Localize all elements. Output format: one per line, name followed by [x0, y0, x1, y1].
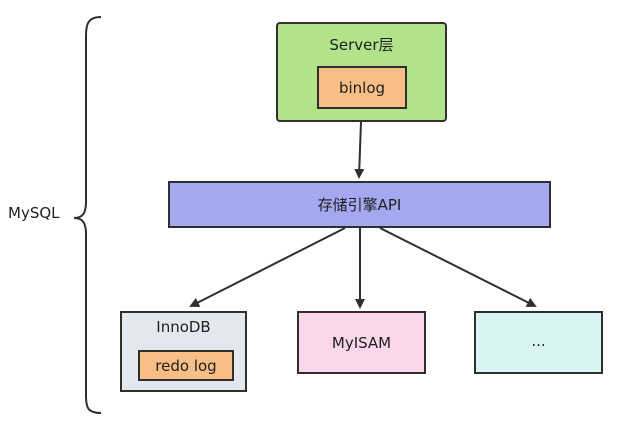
mysql-label: MySQL	[8, 204, 60, 222]
binlog-label: binlog	[338, 79, 386, 97]
innodb-engine-title: InnoDB	[156, 318, 211, 336]
myisam-engine-label: MyISAM	[331, 334, 392, 352]
arrow-server-to-api	[354, 121, 365, 179]
storage-engine-api-label: 存储引擎API	[317, 196, 402, 214]
arrow-api-to-innodb	[189, 227, 346, 307]
redo-log-box: redo log	[138, 350, 234, 381]
mysql-brace	[73, 16, 102, 414]
binlog-box: binlog	[317, 66, 407, 109]
redo-log-label: redo log	[155, 357, 217, 375]
myisam-engine-box: MyISAM	[297, 311, 426, 374]
innodb-engine-box: InnoDB redo log	[120, 311, 247, 392]
storage-engine-api-box: 存储引擎API	[168, 181, 551, 228]
other-engines-label: ...	[531, 332, 546, 350]
other-engines-box: ...	[474, 311, 603, 374]
arrow-api-to-others	[379, 227, 537, 307]
server-layer-box: Server层 binlog	[276, 22, 447, 122]
server-layer-title: Server层	[329, 36, 394, 54]
